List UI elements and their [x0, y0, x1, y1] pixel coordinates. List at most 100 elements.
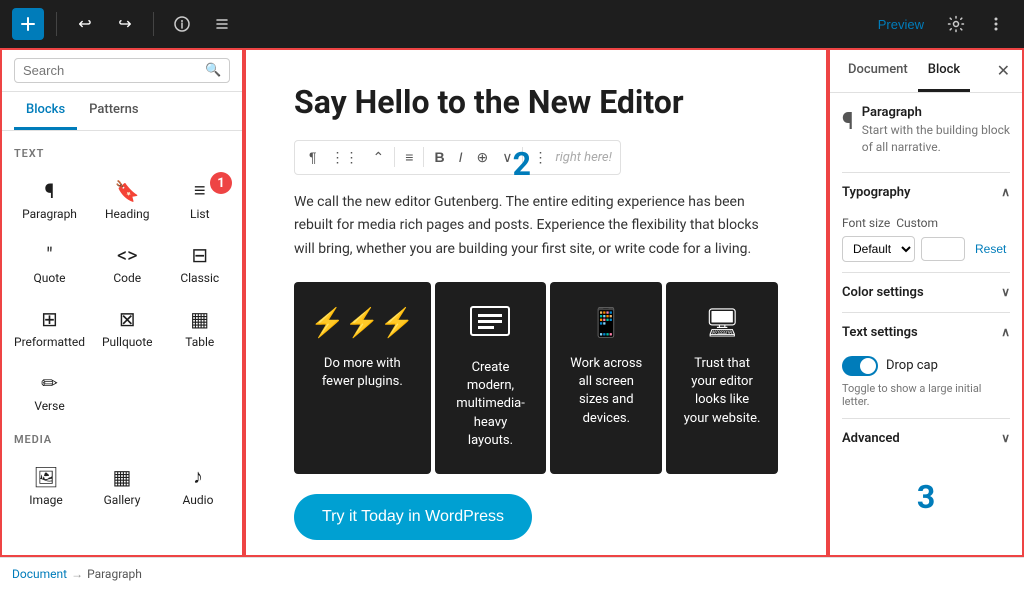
- block-item-preformatted[interactable]: ⊞ Preformatted: [10, 297, 89, 357]
- move-up-button[interactable]: ⌃: [367, 145, 391, 170]
- block-info-text: Paragraph Start with the building block …: [862, 105, 1010, 156]
- feature-card-3: 📱 Work across all screen sizes and devic…: [550, 282, 662, 474]
- block-type-button[interactable]: ⋮⋮: [325, 145, 365, 170]
- typography-label: Typography: [842, 185, 911, 200]
- custom-font-input[interactable]: [921, 237, 965, 261]
- color-settings-label: Color settings: [842, 285, 924, 300]
- top-toolbar: ↩ ↪ Preview: [0, 0, 1024, 48]
- block-item-gallery[interactable]: ▦ Gallery: [86, 454, 158, 515]
- tab-block[interactable]: Block: [918, 50, 970, 92]
- reset-font-button[interactable]: Reset: [971, 240, 1010, 258]
- paragraph-label: Paragraph: [22, 207, 77, 221]
- add-block-button[interactable]: [12, 8, 44, 40]
- cta-button[interactable]: Try it Today in WordPress: [294, 494, 532, 540]
- settings-button[interactable]: [940, 8, 972, 40]
- close-panel-button[interactable]: ✕: [993, 57, 1014, 85]
- editor-formatting-toolbar: ¶ ⋮⋮ ⌃ ≡ B I ⊕ ∨ ⋮ right here!: [294, 140, 621, 175]
- gallery-label: Gallery: [104, 493, 141, 507]
- list-view-button[interactable]: [206, 8, 238, 40]
- quote-icon: ": [46, 243, 52, 267]
- tb-divider1: [394, 147, 395, 167]
- list-label: List: [190, 207, 210, 221]
- undo-button[interactable]: ↩: [69, 8, 101, 40]
- block-item-quote[interactable]: " Quote: [10, 233, 89, 293]
- bold-button[interactable]: B: [428, 145, 450, 169]
- right-sidebar-tabs: Document Block ✕: [830, 50, 1022, 93]
- drop-cap-toggle[interactable]: [842, 356, 878, 376]
- font-size-select[interactable]: Default: [842, 236, 915, 262]
- media-block-grid: 🖼 Image ▦ Gallery ♪ Audio: [2, 450, 242, 519]
- redo-button[interactable]: ↪: [109, 8, 141, 40]
- right-sidebar-content: ¶ Paragraph Start with the building bloc…: [830, 93, 1022, 555]
- sidebar-content: TEXT ¶ Paragraph 🔖 Heading ≡ List: [2, 131, 242, 555]
- editor-main-title[interactable]: Say Hello to the New Editor: [294, 82, 778, 124]
- color-chevron-icon: ∨: [1001, 285, 1010, 299]
- block-item-pullquote[interactable]: ⊠ Pullquote: [93, 297, 161, 357]
- block-item-heading[interactable]: 🔖 Heading: [93, 168, 161, 229]
- tab-document[interactable]: Document: [838, 50, 918, 92]
- font-size-label: Font size: [842, 216, 890, 230]
- block-item-audio[interactable]: ♪ Audio: [162, 454, 234, 515]
- sidebar-search-area: 🔍: [2, 50, 242, 92]
- table-label: Table: [185, 335, 214, 349]
- color-settings-header[interactable]: Color settings ∨: [842, 283, 1010, 302]
- preview-button[interactable]: Preview: [870, 17, 932, 32]
- toolbar-divider2: [153, 12, 154, 36]
- text-settings-header[interactable]: Text settings ∧: [842, 323, 1010, 342]
- custom-label: Custom: [896, 216, 938, 230]
- heading-icon: 🔖: [115, 179, 140, 203]
- align-button[interactable]: ≡: [399, 145, 419, 169]
- tab-patterns[interactable]: Patterns: [77, 92, 150, 130]
- editor-content: Say Hello to the New Editor ¶ ⋮⋮ ⌃ ≡ B I…: [246, 50, 826, 557]
- verse-label: Verse: [34, 399, 64, 413]
- typography-body: Font size Custom Default Reset: [842, 202, 1010, 262]
- italic-button[interactable]: I: [453, 145, 469, 169]
- typography-header[interactable]: Typography ∧: [842, 183, 1010, 202]
- feature-card-1: ⚡⚡⚡ Do more with fewer plugins.: [294, 282, 431, 474]
- block-item-image[interactable]: 🖼 Image: [10, 454, 82, 515]
- block-desc: Start with the building block of all nar…: [862, 122, 1010, 156]
- color-settings-panel: Color settings ∨: [842, 272, 1010, 312]
- info-button[interactable]: [166, 8, 198, 40]
- typography-panel: Typography ∧ Font size Custom Default: [842, 172, 1010, 272]
- search-icon: 🔍: [205, 63, 221, 78]
- advanced-panel: Advanced ∨: [842, 418, 1010, 458]
- toolbar-divider: [56, 12, 57, 36]
- pullquote-icon: ⊠: [119, 307, 136, 331]
- editor-body-text[interactable]: We call the new editor Gutenberg. The en…: [294, 191, 778, 262]
- block-item-paragraph[interactable]: ¶ Paragraph: [10, 168, 89, 229]
- advanced-chevron-icon: ∨: [1001, 431, 1010, 445]
- block-item-code[interactable]: <> Code: [93, 233, 161, 293]
- preformatted-label: Preformatted: [14, 335, 85, 349]
- block-item-table[interactable]: ▦ Table: [166, 297, 235, 357]
- main-layout: 🔍 Blocks Patterns 1 TEXT ¶ Paragraph: [0, 48, 1024, 557]
- verse-icon: ✏: [41, 371, 58, 395]
- tab-blocks[interactable]: Blocks: [14, 92, 77, 130]
- block-item-classic[interactable]: ⊟ Classic: [166, 233, 235, 293]
- more-options-button[interactable]: [980, 8, 1012, 40]
- sidebar-tabs: Blocks Patterns: [2, 92, 242, 131]
- drop-cap-label: Drop cap: [886, 358, 938, 373]
- pullquote-label: Pullquote: [102, 335, 153, 349]
- link-button[interactable]: ⊕: [470, 145, 494, 170]
- editor-center: 2 Say Hello to the New Editor ¶ ⋮⋮ ⌃ ≡ B…: [244, 48, 828, 557]
- preformatted-icon: ⊞: [41, 307, 58, 331]
- text-settings-body: Drop cap Toggle to show a large initial …: [842, 342, 1010, 408]
- right-tabs-group: Document Block: [838, 50, 970, 92]
- right-sidebar: Document Block ✕ ¶ Paragraph Start with …: [828, 48, 1024, 557]
- text-block-grid: ¶ Paragraph 🔖 Heading ≡ List " Quote: [2, 164, 242, 425]
- block-options-button[interactable]: ⋮: [527, 145, 553, 170]
- tb-divider2: [423, 147, 424, 167]
- advanced-header[interactable]: Advanced ∨: [842, 429, 1010, 448]
- breadcrumb-root[interactable]: Document: [12, 567, 67, 581]
- search-wrapper: 🔍: [14, 58, 230, 83]
- feature-text-1: Do more with fewer plugins.: [310, 355, 415, 391]
- list-icon: ≡: [194, 178, 206, 203]
- block-item-verse[interactable]: ✏ Verse: [10, 361, 89, 421]
- font-size-row: Font size Custom: [842, 216, 1010, 230]
- paragraph-format-button[interactable]: ¶: [303, 145, 323, 169]
- feature-card-2: Create modern, multimedia-heavy layouts.: [435, 282, 547, 474]
- search-input[interactable]: [23, 63, 199, 78]
- sidebar-badge: 1: [210, 172, 232, 194]
- image-icon: 🖼: [33, 465, 58, 489]
